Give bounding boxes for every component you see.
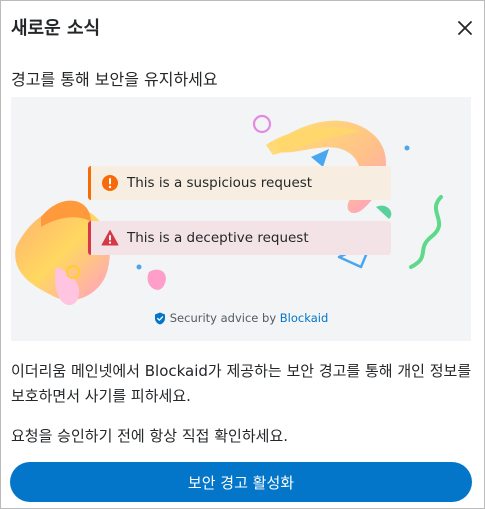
blockaid-brand: Blockaid [279, 311, 329, 325]
dialog-subtitle: 경고를 통해 보안을 유지하세요 [11, 70, 218, 89]
deceptive-request-alert: This is a deceptive request [88, 221, 391, 255]
warning-circle-icon [102, 175, 118, 191]
close-icon[interactable] [452, 15, 478, 41]
whats-new-dialog: 새로운 소식 경고를 통해 보안을 유지하세요 This is a suspic… [0, 0, 485, 509]
shield-check-icon [154, 312, 165, 325]
credit-prefix: Security advice by [169, 311, 280, 325]
danger-triangle-icon [101, 230, 119, 246]
enable-security-alerts-button[interactable]: 보안 경고 활성화 [10, 462, 472, 502]
decorative-shapes [15, 114, 443, 306]
security-credit: Security advice by Blockaid [11, 311, 471, 325]
hero-illustration: This is a suspicious request This is a d… [11, 97, 471, 341]
verify-reminder: 요청을 승인하기 전에 항상 직접 확인하세요. [11, 427, 289, 445]
suspicious-request-alert: This is a suspicious request [88, 166, 391, 200]
deceptive-alert-text: This is a deceptive request [127, 230, 309, 246]
suspicious-alert-text: This is a suspicious request [127, 175, 313, 191]
description-paragraph: 이더리움 메인넷에서 Blockaid가 제공하는 보안 경고를 통해 개인 정… [11, 362, 472, 405]
dialog-title: 새로운 소식 [11, 18, 101, 39]
